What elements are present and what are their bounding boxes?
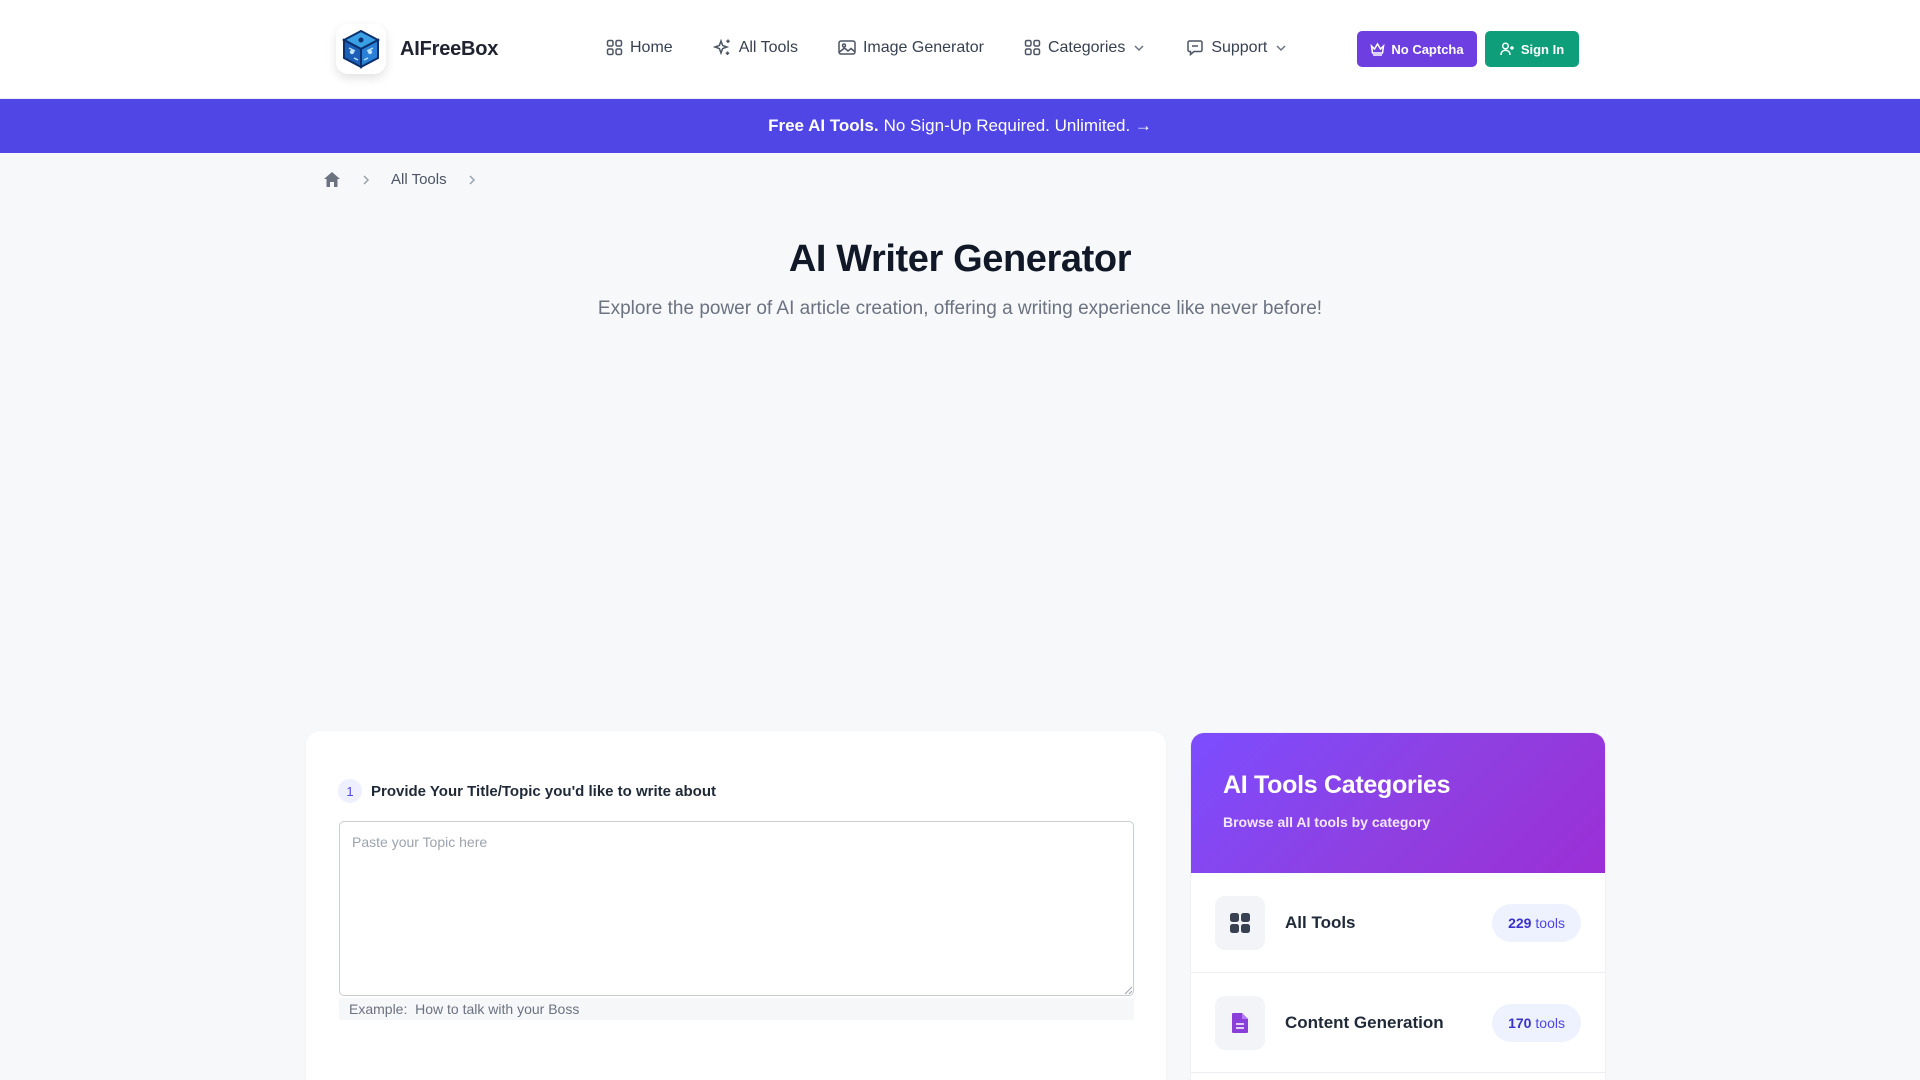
nav-support[interactable]: Support (1186, 39, 1288, 57)
page-title: AI Writer Generator (788, 238, 1132, 280)
breadcrumb-all-tools[interactable]: All Tools (391, 171, 447, 188)
logo-text: AIFreeBox (400, 37, 499, 60)
tool-count-badge: 170 tools (1492, 1004, 1581, 1042)
site-logo[interactable]: AIFreeBox (336, 24, 498, 74)
example-hint: Example: How to talk with your Boss (339, 998, 1134, 1020)
grid-icon (1024, 39, 1041, 56)
grid-icon (1215, 895, 1265, 950)
user-plus-icon (1500, 42, 1514, 56)
topic-input[interactable] (339, 821, 1134, 996)
category-label: All Tools (1285, 912, 1356, 932)
site-header: AIFreeBox Home All Tools Image Generator… (0, 0, 1920, 99)
banner-bold-text: Free AI Tools. (768, 116, 879, 135)
image-icon (838, 40, 856, 55)
crown-icon (1370, 42, 1385, 56)
chevron-down-icon (1134, 44, 1144, 51)
cube-logo-icon (336, 24, 386, 74)
nav-all-tools-label: All Tools (738, 38, 798, 56)
example-text: How to talk with your Boss (415, 1001, 580, 1017)
nav-all-tools[interactable]: All Tools (712, 38, 798, 57)
resize-handle-icon[interactable] (1124, 986, 1133, 995)
sparkles-icon (712, 38, 730, 56)
nav-home-label: Home (630, 38, 673, 56)
nav-image-generator[interactable]: Image Generator (838, 39, 984, 57)
nav-categories-label: Categories (1047, 38, 1126, 56)
chat-bubble-icon (1187, 39, 1204, 56)
categories-header: AI Tools Categories Browse all AI tools … (1191, 733, 1605, 873)
tool-count-badge: 229 tools (1492, 904, 1581, 942)
step-number: 1 (338, 779, 362, 803)
sign-in-label: Sign In (1520, 41, 1565, 57)
no-captcha-label: No Captcha (1391, 41, 1464, 57)
chevron-right-icon (469, 174, 475, 185)
example-prefix: Example: (349, 1001, 408, 1017)
categories-card: AI Tools Categories Browse all AI tools … (1190, 732, 1606, 1080)
document-icon (1215, 995, 1265, 1050)
tool-count: 170 (1508, 1015, 1532, 1031)
category-label: Content Generation (1285, 1012, 1444, 1032)
sign-in-button[interactable]: Sign In (1485, 31, 1579, 67)
tool-count-unit: tools (1535, 1015, 1565, 1031)
promo-banner[interactable]: Free AI Tools. No Sign-Up Required. Unli… (0, 99, 1920, 153)
chevron-right-icon (363, 174, 370, 185)
main-nav: Home All Tools Image Generator Categorie… (606, 38, 1328, 57)
chevron-down-icon (1276, 44, 1286, 51)
categories-subtitle: Browse all AI tools by category (1223, 814, 1431, 830)
writer-form-card: 1 Provide Your Title/Topic you'd like to… (306, 731, 1166, 1080)
tool-count: 229 (1508, 915, 1532, 931)
nav-categories[interactable]: Categories (1024, 39, 1146, 57)
categories-title: AI Tools Categories (1223, 771, 1451, 799)
nav-support-label: Support (1211, 38, 1268, 56)
step-1-label: Provide Your Title/Topic you'd like to w… (371, 782, 716, 800)
page-subtitle: Explore the power of AI article creation… (597, 298, 1323, 319)
step-1-heading: 1 Provide Your Title/Topic you'd like to… (338, 779, 716, 803)
no-captcha-button[interactable]: No Captcha (1357, 31, 1477, 67)
grid-icon (606, 39, 623, 56)
home-icon[interactable] (323, 171, 341, 188)
category-item-content-generation[interactable]: Content Generation 170 tools (1191, 973, 1605, 1073)
banner-text: No Sign-Up Required. Unlimited. → (883, 116, 1152, 135)
category-item-all-tools[interactable]: All Tools 229 tools (1191, 873, 1605, 973)
nav-image-generator-label: Image Generator (862, 38, 984, 56)
nav-home[interactable]: Home (606, 39, 673, 57)
tool-count-unit: tools (1535, 915, 1565, 931)
breadcrumb: All Tools (323, 171, 477, 188)
